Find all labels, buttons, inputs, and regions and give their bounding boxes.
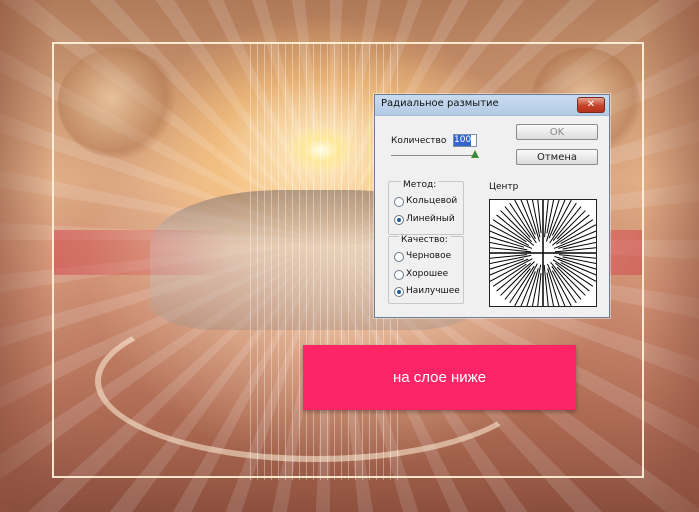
quality-radio-best[interactable] <box>394 287 404 297</box>
method-linear-label[interactable]: Линейный <box>406 214 455 224</box>
cancel-button[interactable]: Отмена <box>516 149 598 165</box>
method-group-title: Метод: <box>401 180 439 190</box>
blur-center-preview[interactable] <box>483 193 603 313</box>
method-radio-ring[interactable] <box>394 197 404 207</box>
center-label: Центр <box>489 182 519 192</box>
close-button[interactable]: ✕ <box>577 97 605 113</box>
dialog-title: Радиальное размытие <box>381 98 499 109</box>
quality-best-label[interactable]: Наилучшее <box>406 286 460 296</box>
banner: на слое ниже <box>303 345 576 410</box>
quality-radio-good[interactable] <box>394 270 404 280</box>
method-ring-label[interactable]: Кольцевой <box>406 196 457 206</box>
left-edge-shade <box>0 0 52 512</box>
amount-slider-thumb[interactable] <box>471 150 479 158</box>
method-radio-linear[interactable] <box>394 215 404 225</box>
right-edge-shade <box>644 0 699 512</box>
quality-radio-draft[interactable] <box>394 252 404 262</box>
radial-lines-icon <box>483 193 603 313</box>
radial-blur-dialog: Радиальное размытие ✕ Количество 100 OK … <box>374 94 610 318</box>
amount-value: 100 <box>454 135 472 145</box>
amount-slider-track[interactable] <box>391 155 477 156</box>
quality-draft-label[interactable]: Черновое <box>406 251 451 261</box>
quality-group-title: Качество: <box>399 235 450 245</box>
banner-text: на слое ниже <box>392 369 487 386</box>
quality-good-label[interactable]: Хорошее <box>406 269 448 279</box>
ok-button[interactable]: OK <box>516 124 598 140</box>
amount-label: Количество <box>391 136 447 146</box>
dialog-titlebar[interactable]: Радиальное размытие ✕ <box>375 95 609 116</box>
